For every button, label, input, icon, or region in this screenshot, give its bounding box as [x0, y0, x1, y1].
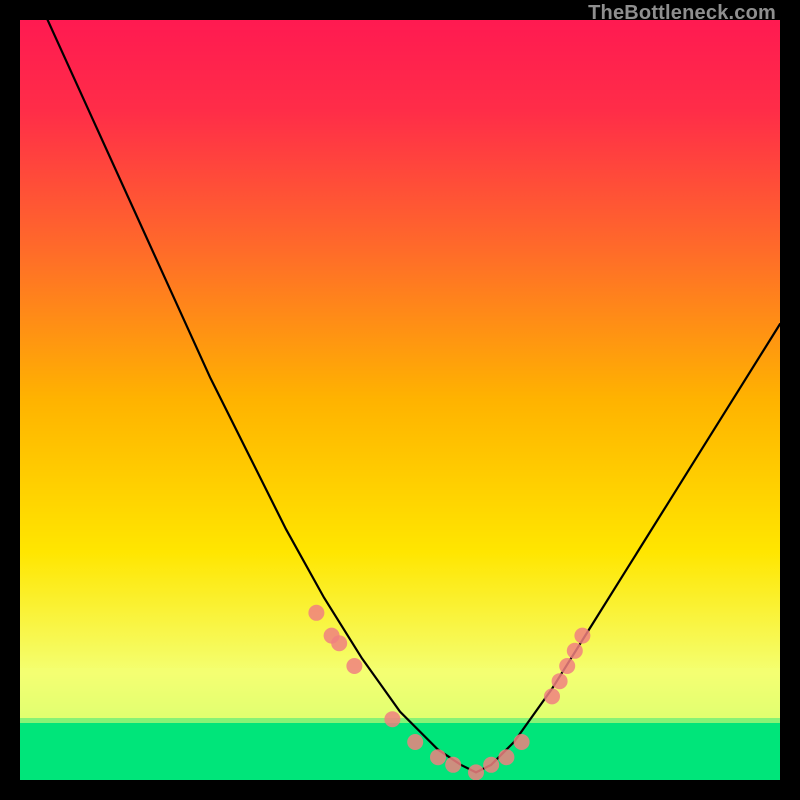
data-point [445, 757, 461, 773]
data-point [407, 734, 423, 750]
data-point [384, 711, 400, 727]
chart-frame [20, 20, 780, 780]
data-point [331, 635, 347, 651]
data-point [430, 749, 446, 765]
data-point [514, 734, 530, 750]
data-point [544, 688, 560, 704]
data-point [483, 757, 499, 773]
watermark-text: TheBottleneck.com [588, 2, 776, 25]
gradient-background [20, 20, 780, 780]
data-point [559, 658, 575, 674]
green-band [20, 718, 780, 780]
data-point [468, 764, 484, 780]
chart-svg [20, 20, 780, 780]
yellow-band [20, 668, 780, 723]
data-point [574, 628, 590, 644]
data-point [567, 643, 583, 659]
data-point [308, 605, 324, 621]
data-point [552, 673, 568, 689]
data-point [346, 658, 362, 674]
data-point [498, 749, 514, 765]
